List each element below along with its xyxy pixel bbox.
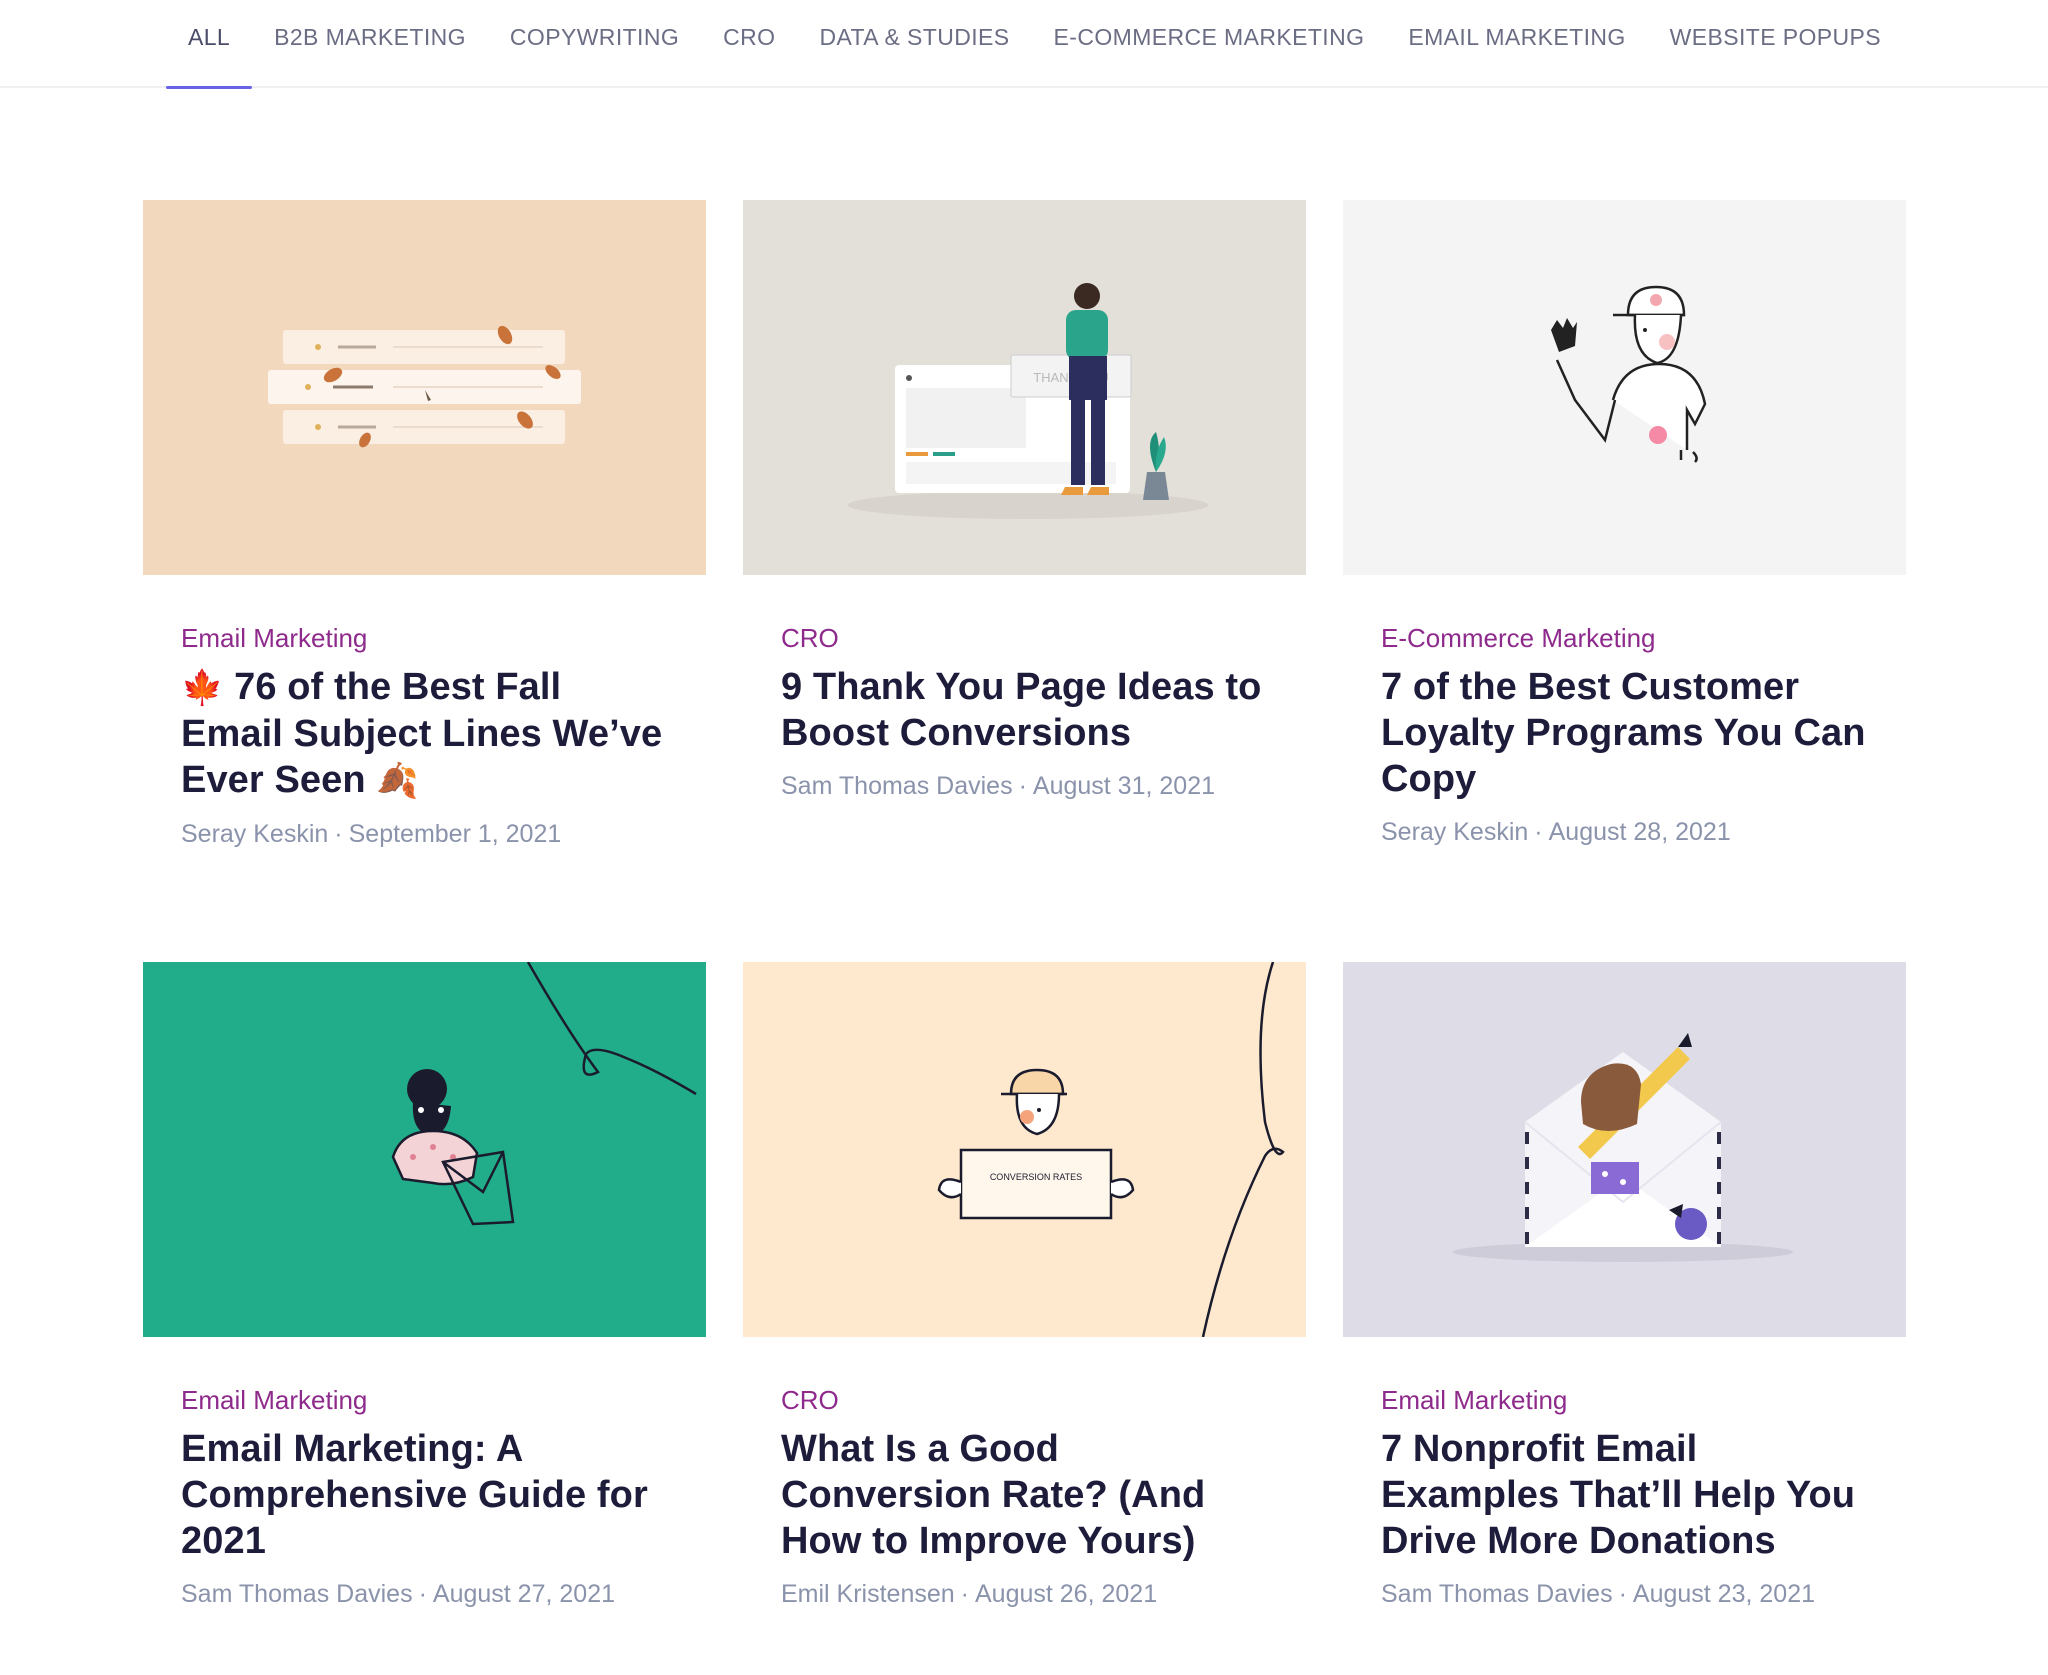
conversion-rates-sign-illustration: CONVERSION RATES: [743, 962, 1306, 1337]
category-tabs: ALL B2B MARKETING COPYWRITING CRO DATA &…: [166, 0, 1903, 89]
svg-text:CONVERSION RATES: CONVERSION RATES: [990, 1172, 1082, 1182]
post-date: September 1, 2021: [348, 820, 562, 848]
post-title-text[interactable]: 76 of the Best Fall Email Subject Lines …: [181, 666, 662, 801]
post-date: August 31, 2021: [1032, 772, 1215, 800]
post-author: Sam Thomas Davies: [1381, 1580, 1613, 1608]
post-card[interactable]: THANK YOU CRO 9 Thank You Page Ideas to …: [743, 200, 1306, 801]
post-category-link[interactable]: Email Marketing: [1381, 1385, 1868, 1416]
tab-data-studies[interactable]: DATA & STUDIES: [797, 0, 1031, 88]
post-date: August 28, 2021: [1548, 818, 1731, 846]
person-with-envelope-illustration: [143, 962, 706, 1337]
category-nav: ALL B2B MARKETING COPYWRITING CRO DATA &…: [0, 0, 2048, 89]
post-title[interactable]: What Is a Good Conversion Rate? (And How…: [781, 1426, 1268, 1564]
post-meta: Sam Thomas Davies · August 27, 2021: [181, 1580, 615, 1608]
post-category-link[interactable]: CRO: [781, 623, 1268, 654]
post-date: August 27, 2021: [432, 1580, 615, 1608]
fallen-leaf-emoji: 🍂: [376, 761, 419, 801]
post-card[interactable]: Email Marketing 🍁 76 of the Best Fall Em…: [143, 200, 706, 849]
tab-all[interactable]: ALL: [166, 0, 253, 89]
envelope-pencil-illustration: [1343, 962, 1906, 1337]
email-list-illustration: [143, 200, 706, 575]
post-meta: Sam Thomas Davies · August 31, 2021: [781, 772, 1215, 800]
tab-b2b-marketing[interactable]: B2B MARKETING: [252, 0, 488, 88]
post-author: Emil Kristensen: [781, 1580, 955, 1608]
post-author: Sam Thomas Davies: [781, 772, 1013, 800]
thank-you-page-illustration: THANK YOU: [743, 200, 1306, 575]
post-author: Seray Keskin: [1381, 818, 1529, 846]
post-thumbnail[interactable]: THANK YOU: [743, 200, 1306, 575]
tab-website-popups[interactable]: WEBSITE POPUPS: [1648, 0, 1903, 88]
post-date: August 26, 2021: [975, 1580, 1158, 1608]
post-meta: Sam Thomas Davies · August 23, 2021: [1381, 1580, 1815, 1608]
post-meta: Seray Keskin · August 28, 2021: [1381, 818, 1731, 846]
post-title[interactable]: Email Marketing: A Comprehensive Guide f…: [181, 1426, 668, 1564]
post-thumbnail[interactable]: [1343, 962, 1906, 1337]
maple-leaf-emoji: 🍁: [181, 668, 224, 708]
post-thumbnail[interactable]: [1343, 200, 1906, 575]
post-title[interactable]: 7 of the Best Customer Loyalty Programs …: [1381, 664, 1868, 802]
post-card[interactable]: CONVERSION RATES CRO What Is a Good Conv…: [743, 962, 1306, 1609]
post-title[interactable]: 9 Thank You Page Ideas to Boost Conversi…: [781, 664, 1268, 756]
tab-cro[interactable]: CRO: [701, 0, 797, 88]
post-category-link[interactable]: CRO: [781, 1385, 1268, 1416]
tab-copywriting[interactable]: COPYWRITING: [488, 0, 701, 88]
post-title[interactable]: 7 Nonprofit Email Examples That’ll Help …: [1381, 1426, 1868, 1564]
post-date: August 23, 2021: [1632, 1580, 1815, 1608]
post-author: Sam Thomas Davies: [181, 1580, 413, 1608]
post-card[interactable]: E-Commerce Marketing 7 of the Best Custo…: [1343, 200, 1906, 847]
post-meta: Seray Keskin · September 1, 2021: [181, 820, 562, 848]
tab-ecommerce-marketing[interactable]: E-COMMERCE MARKETING: [1032, 0, 1387, 88]
post-thumbnail[interactable]: [143, 962, 706, 1337]
post-category-link[interactable]: E-Commerce Marketing: [1381, 623, 1868, 654]
post-card[interactable]: Email Marketing Email Marketing: A Compr…: [143, 962, 706, 1609]
post-meta: Emil Kristensen · August 26, 2021: [781, 1580, 1158, 1608]
tab-email-marketing[interactable]: EMAIL MARKETING: [1386, 0, 1647, 88]
post-card[interactable]: Email Marketing 7 Nonprofit Email Exampl…: [1343, 962, 1906, 1609]
post-author: Seray Keskin: [181, 820, 329, 848]
post-title[interactable]: 🍁 76 of the Best Fall Email Subject Line…: [181, 664, 668, 804]
post-thumbnail[interactable]: CONVERSION RATES: [743, 962, 1306, 1337]
post-thumbnail[interactable]: [143, 200, 706, 575]
waving-person-illustration: [1343, 200, 1906, 575]
post-category-link[interactable]: Email Marketing: [181, 623, 668, 654]
post-category-link[interactable]: Email Marketing: [181, 1385, 668, 1416]
